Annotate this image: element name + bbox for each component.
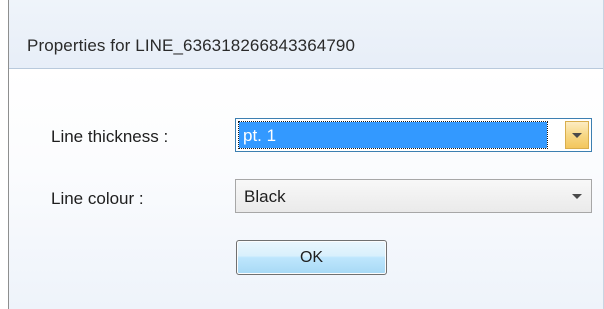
dialog-title: Properties for LINE_636318266843364790 (27, 36, 355, 55)
line-colour-select[interactable]: Black (235, 179, 592, 213)
line-colour-value: Black (244, 187, 286, 206)
line-thickness-value: pt. 1 (243, 126, 277, 145)
chevron-down-icon (572, 194, 582, 199)
selection-highlight (238, 121, 548, 149)
line-thickness-select[interactable]: pt. 1 (235, 118, 592, 152)
chevron-down-icon (572, 133, 582, 138)
ok-button[interactable]: OK (236, 240, 387, 275)
line-colour-dropdown-button[interactable] (565, 182, 589, 210)
line-colour-label: Line colour : (51, 189, 144, 208)
properties-dialog: Properties for LINE_636318266843364790 L… (8, 0, 604, 309)
dialog-content: Line thickness : pt. 1 Line colour : Bla… (9, 69, 603, 309)
line-thickness-dropdown-button[interactable] (565, 121, 589, 149)
title-bar[interactable]: Properties for LINE_636318266843364790 (9, 0, 603, 69)
line-thickness-label: Line thickness : (51, 127, 169, 146)
